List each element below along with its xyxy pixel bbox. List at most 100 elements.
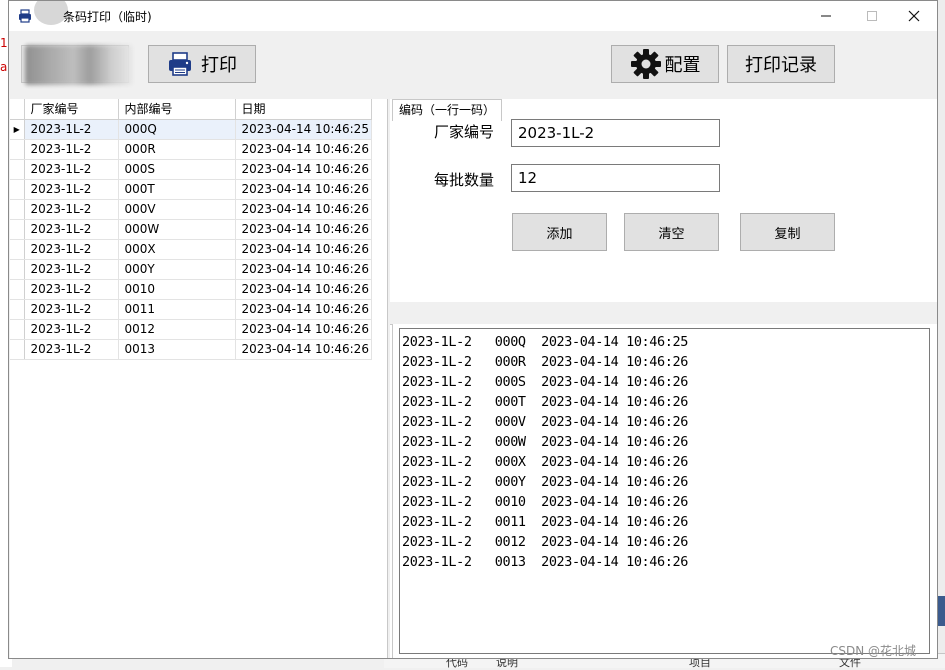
cell-vendor-no[interactable]: 2023-1L-2	[24, 259, 119, 280]
table-row[interactable]: 2023-1L-2 0013 2023-04-14 10:46:26	[10, 339, 372, 360]
cell-internal-no[interactable]: 0012	[118, 319, 236, 340]
code-line: 2023-1L-2 000Q 2023-04-14 10:46:25	[402, 334, 688, 350]
column-header-internal-no[interactable]: 内部编号	[118, 99, 236, 120]
cell-vendor-no[interactable]: 2023-1L-2	[24, 339, 119, 360]
cell-internal-no[interactable]: 000Y	[118, 259, 236, 280]
cell-vendor-no[interactable]: 2023-1L-2	[24, 239, 119, 260]
row-header[interactable]	[10, 159, 25, 180]
clear-button[interactable]: 清空	[624, 213, 719, 251]
table-row[interactable]: 2023-1L-2 000R 2023-04-14 10:46:26	[10, 139, 372, 160]
row-header-corner	[10, 99, 25, 120]
cell-date[interactable]: 2023-04-14 10:46:26	[235, 219, 372, 240]
batch-qty-input[interactable]	[511, 164, 720, 192]
row-header[interactable]	[10, 319, 25, 340]
print-log-button-label: 打印记录	[745, 55, 817, 76]
table-row[interactable]: 2023-1L-2 000Y 2023-04-14 10:46:26	[10, 259, 372, 280]
print-button[interactable]: 打印	[148, 45, 256, 83]
table-row[interactable]: 2023-1L-2 000T 2023-04-14 10:46:26	[10, 179, 372, 200]
table-row[interactable]: 2023-1L-2 000X 2023-04-14 10:46:26	[10, 239, 372, 260]
print-log-button[interactable]: 打印记录	[727, 45, 835, 83]
cell-vendor-no[interactable]: 2023-1L-2	[24, 179, 119, 200]
cell-vendor-no[interactable]: 2023-1L-2	[24, 139, 119, 160]
cell-date[interactable]: 2023-04-14 10:46:26	[235, 279, 372, 300]
add-button[interactable]: 添加	[512, 213, 607, 251]
cell-internal-no[interactable]: 0013	[118, 339, 236, 360]
code-line: 2023-1L-2 000X 2023-04-14 10:46:26	[402, 454, 688, 470]
cell-date[interactable]: 2023-04-14 10:46:26	[235, 299, 372, 320]
config-button-label: 配置	[664, 55, 701, 76]
tab-codes[interactable]: 编码（一行一码）	[392, 99, 502, 121]
watermark: CSDN @花北城	[830, 644, 917, 658]
row-header[interactable]	[10, 279, 25, 300]
table-row[interactable]: 2023-1L-2 0012 2023-04-14 10:46:26	[10, 319, 372, 340]
cell-vendor-no[interactable]: 2023-1L-2	[24, 319, 119, 340]
row-header[interactable]	[10, 259, 25, 280]
table-row[interactable]: 2023-1L-2 0011 2023-04-14 10:46:26	[10, 299, 372, 320]
table-row[interactable]: 2023-1L-2 0010 2023-04-14 10:46:26	[10, 279, 372, 300]
print-button-label: 打印	[201, 55, 237, 76]
code-line: 2023-1L-2 000Y 2023-04-14 10:46:26	[402, 474, 688, 490]
cell-date[interactable]: 2023-04-14 10:46:26	[235, 199, 372, 220]
vendor-no-label: 厂家编号	[434, 123, 495, 141]
cell-internal-no[interactable]: 0010	[118, 279, 236, 300]
cell-date[interactable]: 2023-04-14 10:46:26	[235, 339, 372, 360]
cell-date[interactable]: 2023-04-14 10:46:26	[235, 239, 372, 260]
close-button[interactable]	[891, 1, 937, 31]
main-window: 条码打印（临时) 打印 配置 打印记录 厂家编号 内部编号 日期 ▶ 2023-…	[8, 0, 938, 659]
cell-internal-no[interactable]: 000Q	[118, 119, 236, 140]
background-text: a	[0, 60, 8, 74]
cell-date[interactable]: 2023-04-14 10:46:26	[235, 179, 372, 200]
row-header[interactable]	[10, 239, 25, 260]
code-line: 2023-1L-2 0011 2023-04-14 10:46:26	[402, 514, 688, 530]
tab-strip	[390, 302, 937, 325]
grid-header-row: 厂家编号 内部编号 日期	[10, 99, 372, 120]
maximize-button[interactable]	[849, 1, 895, 31]
row-header[interactable]	[10, 299, 25, 320]
cell-vendor-no[interactable]: 2023-1L-2	[24, 199, 119, 220]
minimize-icon	[821, 15, 831, 17]
cell-date[interactable]: 2023-04-14 10:46:26	[235, 259, 372, 280]
code-line: 2023-1L-2 000R 2023-04-14 10:46:26	[402, 354, 688, 370]
data-grid[interactable]: 厂家编号 内部编号 日期 ▶ 2023-1L-2 000Q 2023-04-14 10…	[10, 99, 372, 360]
cell-vendor-no[interactable]: 2023-1L-2	[24, 219, 119, 240]
copy-button[interactable]: 复制	[740, 213, 835, 251]
title-bar: 条码打印（临时)	[9, 1, 937, 31]
cell-vendor-no[interactable]: 2023-1L-2	[24, 119, 119, 140]
cell-date[interactable]: 2023-04-14 10:46:26	[235, 139, 372, 160]
cell-internal-no[interactable]: 000S	[118, 159, 236, 180]
minimize-button[interactable]	[803, 1, 849, 31]
background-app-right-edge	[937, 0, 945, 667]
cell-internal-no[interactable]: 000X	[118, 239, 236, 260]
row-header[interactable]	[10, 139, 25, 160]
table-row[interactable]: ▶ 2023-1L-2 000Q 2023-04-14 10:46:25	[10, 119, 372, 140]
config-button[interactable]: 配置	[611, 45, 719, 83]
table-row[interactable]: 2023-1L-2 000W 2023-04-14 10:46:26	[10, 219, 372, 240]
background-text: 1	[0, 36, 8, 50]
cell-vendor-no[interactable]: 2023-1L-2	[24, 299, 119, 320]
vendor-no-input[interactable]	[511, 119, 720, 147]
cell-date[interactable]: 2023-04-14 10:46:26	[235, 319, 372, 340]
window-title: 条码打印（临时)	[63, 10, 152, 24]
cell-date[interactable]: 2023-04-14 10:46:26	[235, 159, 372, 180]
cell-internal-no[interactable]: 000T	[118, 179, 236, 200]
cell-date[interactable]: 2023-04-14 10:46:25	[235, 119, 372, 140]
table-row[interactable]: 2023-1L-2 000S 2023-04-14 10:46:26	[10, 159, 372, 180]
table-row[interactable]: 2023-1L-2 000V 2023-04-14 10:46:26	[10, 199, 372, 220]
cell-internal-no[interactable]: 000V	[118, 199, 236, 220]
codes-textarea[interactable]: 2023-1L-2 000Q 2023-04-14 10:46:25 2023-1…	[399, 328, 930, 654]
column-header-vendor-no[interactable]: 厂家编号	[24, 99, 119, 120]
cell-internal-no[interactable]: 0011	[118, 299, 236, 320]
row-header[interactable]	[10, 219, 25, 240]
cell-vendor-no[interactable]: 2023-1L-2	[24, 159, 119, 180]
row-header[interactable]	[10, 179, 25, 200]
redaction-blur	[25, 45, 133, 85]
row-header[interactable]	[10, 339, 25, 360]
row-header[interactable]	[10, 199, 25, 220]
column-header-date[interactable]: 日期	[235, 99, 372, 120]
cell-internal-no[interactable]: 000W	[118, 219, 236, 240]
cell-internal-no[interactable]: 000R	[118, 139, 236, 160]
row-selector-arrow-icon[interactable]: ▶	[10, 119, 25, 140]
cell-vendor-no[interactable]: 2023-1L-2	[24, 279, 119, 300]
code-line: 2023-1L-2 000W 2023-04-14 10:46:26	[402, 434, 688, 450]
printer-icon	[169, 52, 191, 76]
